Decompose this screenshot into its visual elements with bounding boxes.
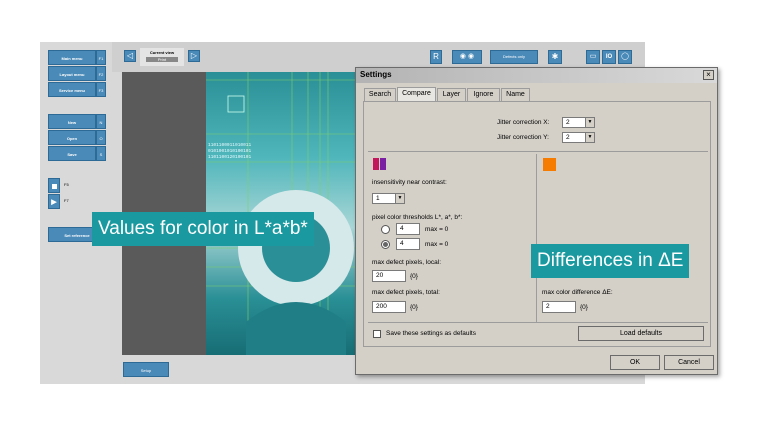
prev-view-button[interactable]: ◁ — [124, 50, 136, 62]
max-defect-local-unit: {0} — [410, 273, 418, 280]
current-view-label: Current view — [149, 50, 175, 55]
layout-menu-button[interactable]: Layout menu — [48, 66, 96, 81]
save-defaults-label: Save these settings as defaults — [386, 330, 476, 337]
lab-swatch-purple — [380, 158, 386, 170]
snowflake-icon: ✱ — [551, 52, 559, 61]
tab-name[interactable]: Name — [501, 88, 530, 101]
main-menu-button[interactable]: Main menu — [48, 50, 96, 65]
lab-callout: Values for color in L*a*b* — [92, 212, 314, 246]
threshold-1-input[interactable]: 4 — [396, 223, 420, 235]
save-defaults-checkbox[interactable] — [373, 330, 381, 338]
max-defect-total-input[interactable]: 200 — [372, 301, 406, 313]
settings-dialog: Settings × Search Compare Layer Ignore N… — [355, 67, 718, 375]
square-button[interactable] — [48, 178, 60, 193]
current-view-box: Current view Print — [140, 48, 184, 66]
divider — [368, 322, 708, 323]
jitter-x-value: 2 — [566, 119, 570, 126]
f7-key: F7 — [64, 198, 69, 203]
dialog-title: Settings — [360, 70, 392, 79]
threshold-1-max: max = 0 — [425, 226, 449, 233]
save-button[interactable]: Save — [48, 146, 96, 161]
max-color-diff-label: max color difference ΔE: — [542, 289, 613, 296]
play-button[interactable]: ▶ — [48, 194, 60, 209]
chevron-down-icon: ▼ — [395, 194, 404, 203]
chevron-down-icon: ▼ — [585, 133, 594, 142]
layout-menu-key: F2 — [96, 66, 106, 81]
service-menu-key: F3 — [96, 82, 106, 97]
svg-text:0101001010100101: 0101001010100101 — [208, 148, 252, 154]
thresholds-label: pixel color thresholds L*, a*, b*: — [372, 214, 463, 221]
column-divider — [536, 154, 537, 322]
arrow-right-icon: ▷ — [190, 51, 198, 60]
snowflake-button[interactable]: ✱ — [548, 50, 562, 64]
max-defect-total-label: max defect pixels, total: — [372, 289, 440, 296]
jitter-y-select[interactable]: 2 ▼ — [562, 132, 595, 143]
chevron-down-icon: ▼ — [585, 118, 594, 127]
service-menu-button[interactable]: Service menu — [48, 82, 96, 97]
jitter-x-label: Jitter correction X: — [497, 119, 550, 126]
delta-e-callout: Differences in ΔE — [531, 244, 690, 278]
insensitivity-value: 1 — [376, 195, 380, 202]
insensitivity-select[interactable]: 1 ▼ — [372, 193, 405, 204]
defects-only-button[interactable]: Defects only — [490, 50, 538, 64]
open-button[interactable]: Open — [48, 130, 96, 145]
arrow-left-icon: ◁ — [126, 51, 134, 60]
dialog-titlebar[interactable]: Settings × — [356, 68, 717, 83]
tab-compare[interactable]: Compare — [397, 87, 436, 102]
next-view-button[interactable]: ▷ — [188, 50, 200, 62]
setup-button[interactable]: Setup — [123, 362, 169, 377]
compare-panel: Jitter correction X: 2 ▼ Jitter correcti… — [363, 101, 711, 347]
threshold-radio-2[interactable] — [381, 240, 390, 249]
max-defect-total-unit: {0} — [410, 304, 418, 311]
max-defect-local-label: max defect pixels, local: — [372, 259, 442, 266]
threshold-2-input[interactable]: 4 — [396, 238, 420, 250]
lab-swatch-magenta — [373, 158, 379, 170]
threshold-radio-1[interactable] — [381, 225, 390, 234]
jitter-y-value: 2 — [566, 134, 570, 141]
close-button[interactable]: × — [703, 70, 714, 80]
max-defect-local-input[interactable]: 20 — [372, 270, 406, 282]
io-button[interactable]: IO — [602, 50, 616, 64]
svg-text:1101100120100101: 1101100120100101 — [208, 154, 252, 160]
speech-button[interactable]: ◯ — [618, 50, 632, 64]
camera-button[interactable]: ▭ — [586, 50, 600, 64]
tab-layer[interactable]: Layer — [437, 88, 466, 101]
tab-search[interactable]: Search — [364, 88, 396, 101]
navigate-buttons[interactable]: ◉ ◉ — [452, 50, 482, 64]
camera-icon: ▭ — [589, 53, 597, 60]
new-key: N — [96, 114, 106, 129]
play-icon: ▶ — [51, 199, 57, 206]
jitter-x-select[interactable]: 2 ▼ — [562, 117, 595, 128]
new-button[interactable]: New — [48, 114, 96, 129]
cancel-button[interactable]: Cancel — [664, 355, 714, 370]
delta-e-swatch — [543, 158, 556, 171]
nav-circle-icons: ◉ ◉ — [459, 53, 475, 60]
threshold-2-max: max = 0 — [425, 241, 449, 248]
tab-ignore[interactable]: Ignore — [467, 88, 500, 101]
current-view-value: Print — [146, 57, 178, 62]
ok-button[interactable]: OK — [610, 355, 660, 370]
open-key: O — [96, 130, 106, 145]
main-menu-key: F1 — [96, 50, 106, 65]
speech-bubble-icon: ◯ — [621, 53, 629, 60]
svg-text:1101100011010011: 1101100011010011 — [208, 142, 252, 148]
divider — [368, 151, 708, 152]
save-key: S — [96, 146, 106, 161]
square-icon — [51, 184, 57, 189]
max-color-diff-unit: {0} — [580, 304, 588, 311]
r-button[interactable]: R — [430, 50, 442, 64]
insensitivity-label: insensitivity near contrast: — [372, 179, 447, 186]
f5-key: F5 — [64, 182, 69, 187]
max-color-diff-input[interactable]: 2 — [542, 301, 576, 313]
jitter-y-label: Jitter correction Y: — [497, 134, 549, 141]
load-defaults-button[interactable]: Load defaults — [578, 326, 704, 341]
